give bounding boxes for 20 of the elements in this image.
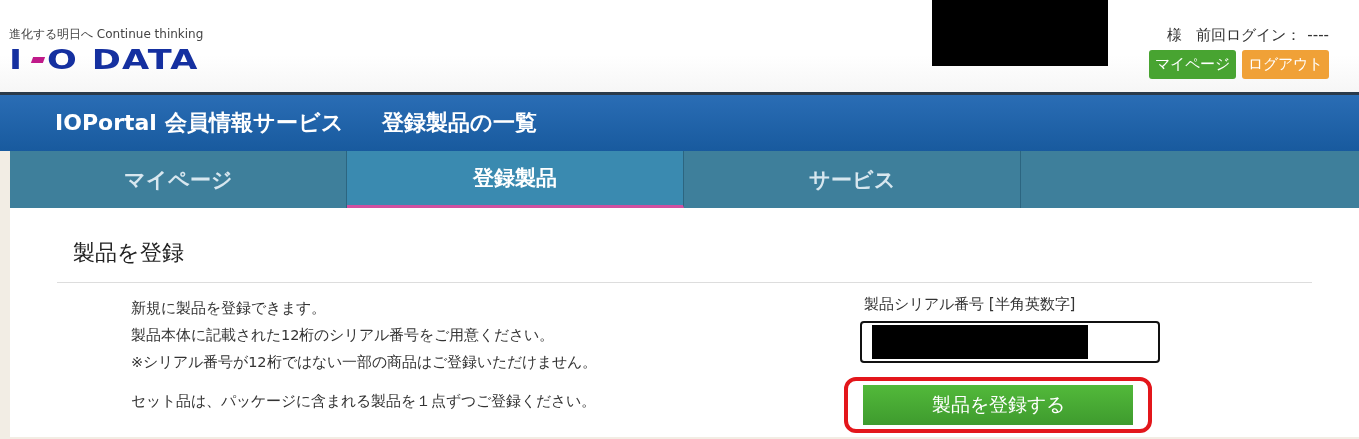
instruction-text: 製品本体に記載された12桁のシリアル番号をご用意ください。 xyxy=(131,326,556,345)
logout-button[interactable]: ログアウト xyxy=(1242,50,1329,79)
instruction-text: セット品は、パッケージに含まれる製品を１点ずつご登録ください。 xyxy=(131,392,597,411)
section-heading: 製品を登録 xyxy=(57,208,1312,283)
user-suffix: 様 xyxy=(1167,26,1183,45)
logo-text: I xyxy=(9,45,24,75)
field-label: 製品シリアル番号 [半角英数字] xyxy=(864,295,1077,314)
logo-text: O DATA xyxy=(47,45,199,75)
instruction-text: 新規に製品を登録できます。 xyxy=(131,299,327,318)
nav-tab[interactable]: 登録製品 xyxy=(347,151,684,208)
service-title: IOPortal 会員情報サービス xyxy=(55,109,344,137)
last-login-label: 前回ログイン： xyxy=(1196,26,1302,45)
page-title: 登録製品の一覧 xyxy=(381,109,537,137)
tagline: 進化する明日へ Continue thinking xyxy=(9,26,204,43)
last-login-value: ---- xyxy=(1307,26,1329,45)
dash-icon xyxy=(30,57,46,63)
serial-input-field[interactable] xyxy=(860,321,1160,363)
instruction-text: ※シリアル番号が12桁ではない一部の商品はご登録いただけません。 xyxy=(131,353,598,372)
mypage-button[interactable]: マイページ xyxy=(1149,50,1236,79)
register-button[interactable]: 製品を登録する xyxy=(863,385,1133,425)
